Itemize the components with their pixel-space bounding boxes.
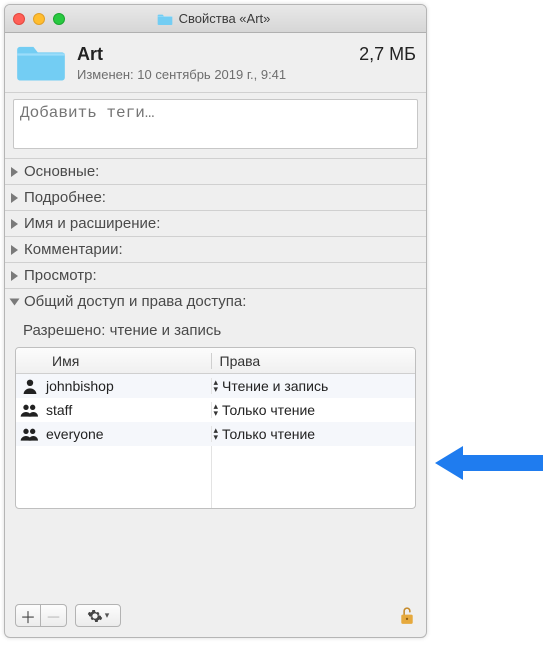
chevron-right-icon [11,193,18,203]
perm-priv: Чтение и запись [222,378,328,394]
table-filler [16,446,415,508]
action-menu-button[interactable]: ▾ [75,604,121,627]
folder-icon [15,39,67,86]
stepper-icon[interactable]: ▴▾ [214,427,219,441]
permissions-table: Имя Права johnbishop▴▾Чтение и записьsta… [15,347,416,509]
col-name[interactable]: Имя [16,353,212,369]
group-icon [20,426,40,442]
section-label: Общий доступ и права доступа: [24,293,246,310]
section-label: Имя и расширение: [24,215,160,232]
col-priv[interactable]: Права [212,353,416,369]
section-label: Просмотр: [24,267,97,284]
section-label: Подробнее: [24,189,106,206]
sharing-body: Разрешено: чтение и запись Имя Права joh… [5,314,426,513]
chevron-right-icon [11,219,18,229]
permissions-allowed: Разрешено: чтение и запись [15,320,416,347]
section-name-ext[interactable]: Имя и расширение: [5,211,426,237]
table-header: Имя Права [16,348,415,374]
chevron-down-icon: ▾ [105,610,110,621]
window-title: Свойства «Art» [179,11,271,26]
bottom-bar: ＋ － ▾ [5,598,426,637]
file-name: Art [77,44,103,65]
header: Art 2,7 МБ Изменен: 10 сентябрь 2019 г.,… [5,33,426,93]
stepper-icon[interactable]: ▴▾ [214,403,219,417]
section-comments[interactable]: Комментарии: [5,237,426,263]
info-window: Свойства «Art» Art 2,7 МБ Изменен: 10 се… [4,4,427,638]
stepper-icon[interactable]: ▴▾ [214,379,219,393]
minimize-button[interactable] [33,13,45,25]
perm-name: staff [46,402,72,418]
callout-arrow-icon [435,442,543,484]
traffic-lights [13,13,65,25]
table-row[interactable]: johnbishop ▴▾Чтение и запись [16,374,415,398]
section-label: Основные: [24,163,99,180]
perm-name: everyone [46,426,104,442]
lock-icon[interactable] [398,606,416,626]
section-general[interactable]: Основные: [5,159,426,185]
user-icon [20,378,40,394]
zoom-button[interactable] [53,13,65,25]
add-button[interactable]: ＋ [15,604,41,627]
tags-input[interactable] [13,99,418,149]
folder-icon [157,12,173,26]
gear-icon [87,608,103,624]
table-row[interactable]: staff ▴▾Только чтение [16,398,415,422]
section-sharing[interactable]: Общий доступ и права доступа: [5,289,426,314]
table-row[interactable]: everyone ▴▾Только чтение [16,422,415,446]
chevron-down-icon [10,298,20,305]
titlebar: Свойства «Art» [5,5,426,33]
file-size: 2,7 МБ [359,44,416,65]
section-label: Комментарии: [24,241,123,258]
close-button[interactable] [13,13,25,25]
section-preview[interactable]: Просмотр: [5,263,426,289]
tags-row [5,93,426,159]
section-more[interactable]: Подробнее: [5,185,426,211]
group-icon [20,402,40,418]
remove-button[interactable]: － [41,604,67,627]
chevron-right-icon [11,271,18,281]
perm-priv: Только чтение [222,426,315,442]
perm-priv: Только чтение [222,402,315,418]
perm-name: johnbishop [46,378,114,394]
chevron-right-icon [11,167,18,177]
file-modified: Изменен: 10 сентябрь 2019 г., 9:41 [77,67,416,82]
chevron-right-icon [11,245,18,255]
